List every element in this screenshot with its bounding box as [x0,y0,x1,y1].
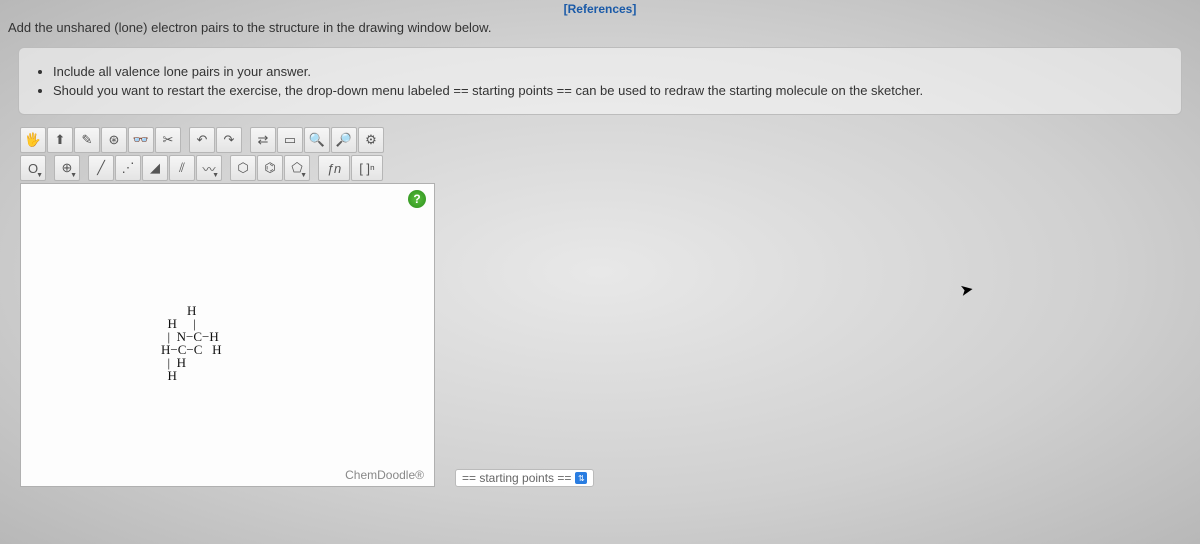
toolbar-row-2: O▼ ⊕▼ ╱ ⋰ ◢ ⫽ 〰▼ ⬡ ⌬ ⬠▼ ƒn [ ]ⁿ [20,155,1200,181]
sketcher-toolbar: 🖐 ⬆ ✎ ⊛ 👓 ✂ ↶ ↷ ⇄ ▭ 🔍 🔎 ⚙ O▼ ⊕▼ ╱ ⋰ ◢ ⫽ … [20,127,1200,181]
chevron-down-icon: ▼ [212,172,219,179]
starting-points-select[interactable]: == starting points == ⇅ [455,469,594,487]
hand-tool-button[interactable]: 🖐 [20,127,46,153]
atom-oxygen-button[interactable]: O▼ [20,155,46,181]
references-link[interactable]: [References] [564,2,637,16]
hint-item: Include all valence lone pairs in your a… [53,64,1167,79]
chevron-down-icon: ▼ [300,172,307,179]
redo-button[interactable]: ↷ [216,127,242,153]
bracket-label: [ ]ⁿ [359,161,375,176]
open-icon: ⬆ [55,132,66,148]
hint-box: Include all valence lone pairs in your a… [18,47,1182,115]
zoom-out-button[interactable]: 🔎 [331,127,357,153]
wedge-up-icon: ◢ [150,160,160,176]
chemdoodle-badge: ChemDoodle® [345,468,424,482]
ring-pent-button[interactable]: ⬠▼ [284,155,310,181]
hand-icon: 🖐 [25,132,41,148]
select-button[interactable]: ▭ [277,127,303,153]
pencil-icon: ✎ [82,132,93,148]
wedge-up-button[interactable]: ◢ [142,155,168,181]
function-button[interactable]: ƒn [318,155,350,181]
center-button[interactable]: ⊛ [101,127,127,153]
gear-icon: ⚙ [365,132,377,148]
wedge-down-button[interactable]: ⫽ [169,155,195,181]
zoom-in-button[interactable]: 🔍 [304,127,330,153]
flip-button[interactable]: ⇄ [250,127,276,153]
toolbar-row-1: 🖐 ⬆ ✎ ⊛ 👓 ✂ ↶ ↷ ⇄ ▭ 🔍 🔎 ⚙ [20,127,1200,153]
bracket-button[interactable]: [ ]ⁿ [351,155,383,181]
ring-hex-button[interactable]: ⬡ [230,155,256,181]
zoom-in-icon: 🔍 [309,132,325,148]
single-bond-button[interactable]: ╱ [88,155,114,181]
help-icon: ? [413,192,420,206]
glasses-icon: 👓 [133,132,149,148]
draw-button[interactable]: ✎ [74,127,100,153]
fn-label: ƒn [327,161,341,176]
redo-icon: ↷ [224,132,235,148]
bond-icon: ╱ [97,160,105,176]
select-caret-icon: ⇅ [575,472,587,484]
undo-icon: ↶ [197,132,208,148]
chevron-down-icon: ▼ [70,172,77,179]
mol-line: H [161,369,222,382]
question-prompt: Add the unshared (lone) electron pairs t… [0,16,1200,45]
hint-item: Should you want to restart the exercise,… [53,83,1167,98]
wedge-down-icon: ⫽ [179,160,185,176]
select-icon: ▭ [284,132,296,148]
starting-molecule: H H | | N−C−H H−C−C H | H H [161,304,222,382]
benzene-icon: ⌬ [264,160,275,176]
undo-button[interactable]: ↶ [189,127,215,153]
chevron-down-icon: ▼ [36,172,43,179]
wavy-bond-button[interactable]: 〰▼ [196,155,222,181]
flip-icon: ⇄ [258,132,269,148]
settings-button[interactable]: ⚙ [358,127,384,153]
zoom-out-icon: 🔎 [336,132,352,148]
mouse-cursor-icon: ➤ [958,279,975,301]
dots-icon: ⋰ [122,160,135,176]
scissors-icon: ✂ [163,132,174,148]
lone-pair-button[interactable]: ⋰ [115,155,141,181]
hexagon-icon: ⬡ [237,160,248,176]
help-button[interactable]: ? [408,190,426,208]
open-button[interactable]: ⬆ [47,127,73,153]
target-icon: ⊛ [109,132,120,148]
charge-plus-button[interactable]: ⊕▼ [54,155,80,181]
drawing-canvas[interactable]: ? H H | | N−C−H H−C−C H | H H ChemDoodle… [20,183,435,487]
starting-points-label: == starting points == [462,471,571,485]
ring-benzene-button[interactable]: ⌬ [257,155,283,181]
cut-button[interactable]: ✂ [155,127,181,153]
glasses-button[interactable]: 👓 [128,127,154,153]
